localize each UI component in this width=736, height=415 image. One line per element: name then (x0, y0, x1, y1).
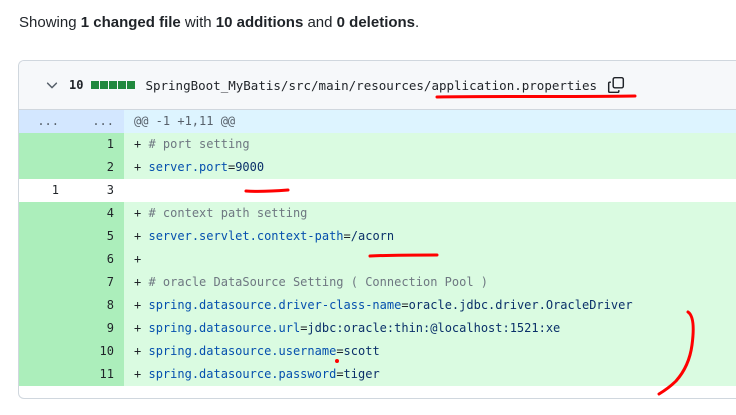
new-line-number[interactable]: 6 (69, 248, 124, 271)
diff-row-context: 13 (19, 179, 736, 202)
diffstat-block (100, 81, 109, 89)
old-line-number[interactable] (19, 156, 69, 179)
diffstat-block (127, 81, 136, 89)
new-line-number[interactable]: 7 (69, 271, 124, 294)
old-line-number[interactable]: 1 (19, 179, 69, 202)
old-line-number[interactable] (19, 317, 69, 340)
code-line (124, 179, 736, 202)
hunk-new-expander[interactable]: ... (69, 110, 124, 133)
diff-row-added: 2 + server.port=9000 (19, 156, 736, 179)
new-line-number[interactable]: 9 (69, 317, 124, 340)
diffstat-block (91, 81, 100, 89)
diff-row-added: 4 + # context path setting (19, 202, 736, 225)
diff-row-added: 6 + (19, 248, 736, 271)
summary-additions: 10 additions (215, 14, 304, 31)
property-key: spring.datasource.username (148, 344, 337, 358)
code-line: + # context path setting (124, 202, 736, 225)
code-comment: # oracle DataSource Setting ( Connection… (148, 275, 489, 289)
code-line: + spring.datasource.password=tiger (124, 363, 736, 386)
property-key: server.servlet.context-path (148, 229, 344, 243)
old-line-number[interactable] (19, 340, 69, 363)
property-equals: = (401, 298, 409, 312)
diffstat-block (109, 81, 118, 89)
diffstat-block (118, 81, 127, 89)
new-line-number[interactable]: 2 (69, 156, 124, 179)
diff-row-added: 5 + server.servlet.context-path=/acorn (19, 225, 736, 248)
summary-mid1: with (180, 14, 216, 31)
file-path[interactable]: SpringBoot_MyBatis/src/main/resources/ap… (145, 78, 597, 93)
old-line-number[interactable] (19, 225, 69, 248)
new-line-number[interactable]: 11 (69, 363, 124, 386)
new-line-number[interactable]: 3 (69, 179, 124, 202)
property-equals: = (336, 367, 344, 381)
property-key: spring.datasource.driver-class-name (148, 298, 402, 312)
new-line-number[interactable]: 1 (69, 133, 124, 156)
file-path-prefix: SpringBoot_MyBatis/src/main/resources/ (145, 77, 432, 93)
chevron-down-icon[interactable] (45, 78, 59, 92)
summary-mid2: and (303, 14, 337, 31)
new-line-number[interactable]: 5 (69, 225, 124, 248)
property-key: spring.datasource.password (148, 367, 337, 381)
summary-prefix: Showing (19, 14, 81, 31)
code-line: + # oracle DataSource Setting ( Connecti… (124, 271, 736, 294)
diff-row-added: 8 + spring.datasource.driver-class-name=o… (19, 294, 736, 317)
old-line-number[interactable] (19, 133, 69, 156)
summary-files-changed: 1 changed file (80, 14, 181, 31)
property-value: 9000 (235, 160, 265, 174)
hunk-row[interactable]: ... ... @@ -1 +1,11 @@ (19, 110, 736, 133)
new-line-number[interactable]: 10 (69, 340, 124, 363)
hunk-old-expander[interactable]: ... (19, 110, 69, 133)
diff-row-added: 11 + spring.datasource.password=tiger (19, 363, 736, 386)
property-value: oracle.jdbc.driver.OracleDriver (408, 298, 633, 312)
code-line: + spring.datasource.url=jdbc:oracle:thin… (124, 317, 736, 340)
diff-row-added: 9 + spring.datasource.url=jdbc:oracle:thi… (19, 317, 736, 340)
code-line: + (124, 248, 736, 271)
property-key: spring.datasource.url (148, 321, 301, 335)
code-line: + server.port=9000 (124, 156, 736, 179)
property-value: scott (343, 344, 380, 358)
old-line-number[interactable] (19, 202, 69, 225)
code-line: + server.servlet.context-path=/acorn (124, 225, 736, 248)
property-key: server.port (148, 160, 228, 174)
diff-row-added: 10 + spring.datasource.username=scott (19, 340, 736, 363)
old-line-number[interactable] (19, 248, 69, 271)
code-comment: # port setting (148, 137, 250, 151)
new-line-number[interactable]: 4 (69, 202, 124, 225)
diffstat-blocks (91, 81, 136, 89)
copy-icon[interactable] (607, 76, 625, 94)
diff-row-added: 1 + # port setting (19, 133, 736, 156)
old-line-number[interactable] (19, 363, 69, 386)
summary-suffix: . (415, 14, 420, 31)
property-equals: = (343, 229, 351, 243)
old-line-number[interactable] (19, 271, 69, 294)
property-equals: = (336, 344, 344, 358)
property-value: jdbc:oracle:thin:@localhost:1521:xe (307, 321, 561, 335)
code-line: + spring.datasource.username=scott (124, 340, 736, 363)
hunk-header: @@ -1 +1,11 @@ (124, 110, 736, 133)
old-line-number[interactable] (19, 294, 69, 317)
diff-summary: Showing 1 changed file with 10 additions… (19, 14, 419, 31)
diff-row-added: 7 + # oracle DataSource Setting ( Connect… (19, 271, 736, 294)
code-comment: # context path setting (148, 206, 308, 220)
property-value: tiger (343, 367, 380, 381)
code-line: + # port setting (124, 133, 736, 156)
new-line-number[interactable]: 8 (69, 294, 124, 317)
property-value: /acorn (350, 229, 395, 243)
code-line: + spring.datasource.driver-class-name=or… (124, 294, 736, 317)
diff-table: ... ... @@ -1 +1,11 @@ 1 + # port setting… (19, 110, 736, 386)
file-header: 10 SpringBoot_MyBatis/src/main/resources… (19, 61, 736, 110)
summary-deletions: 0 deletions (336, 14, 416, 31)
file-diff: 10 SpringBoot_MyBatis/src/main/resources… (18, 60, 736, 399)
change-count: 10 (69, 78, 84, 92)
file-name: application.properties (431, 77, 598, 93)
